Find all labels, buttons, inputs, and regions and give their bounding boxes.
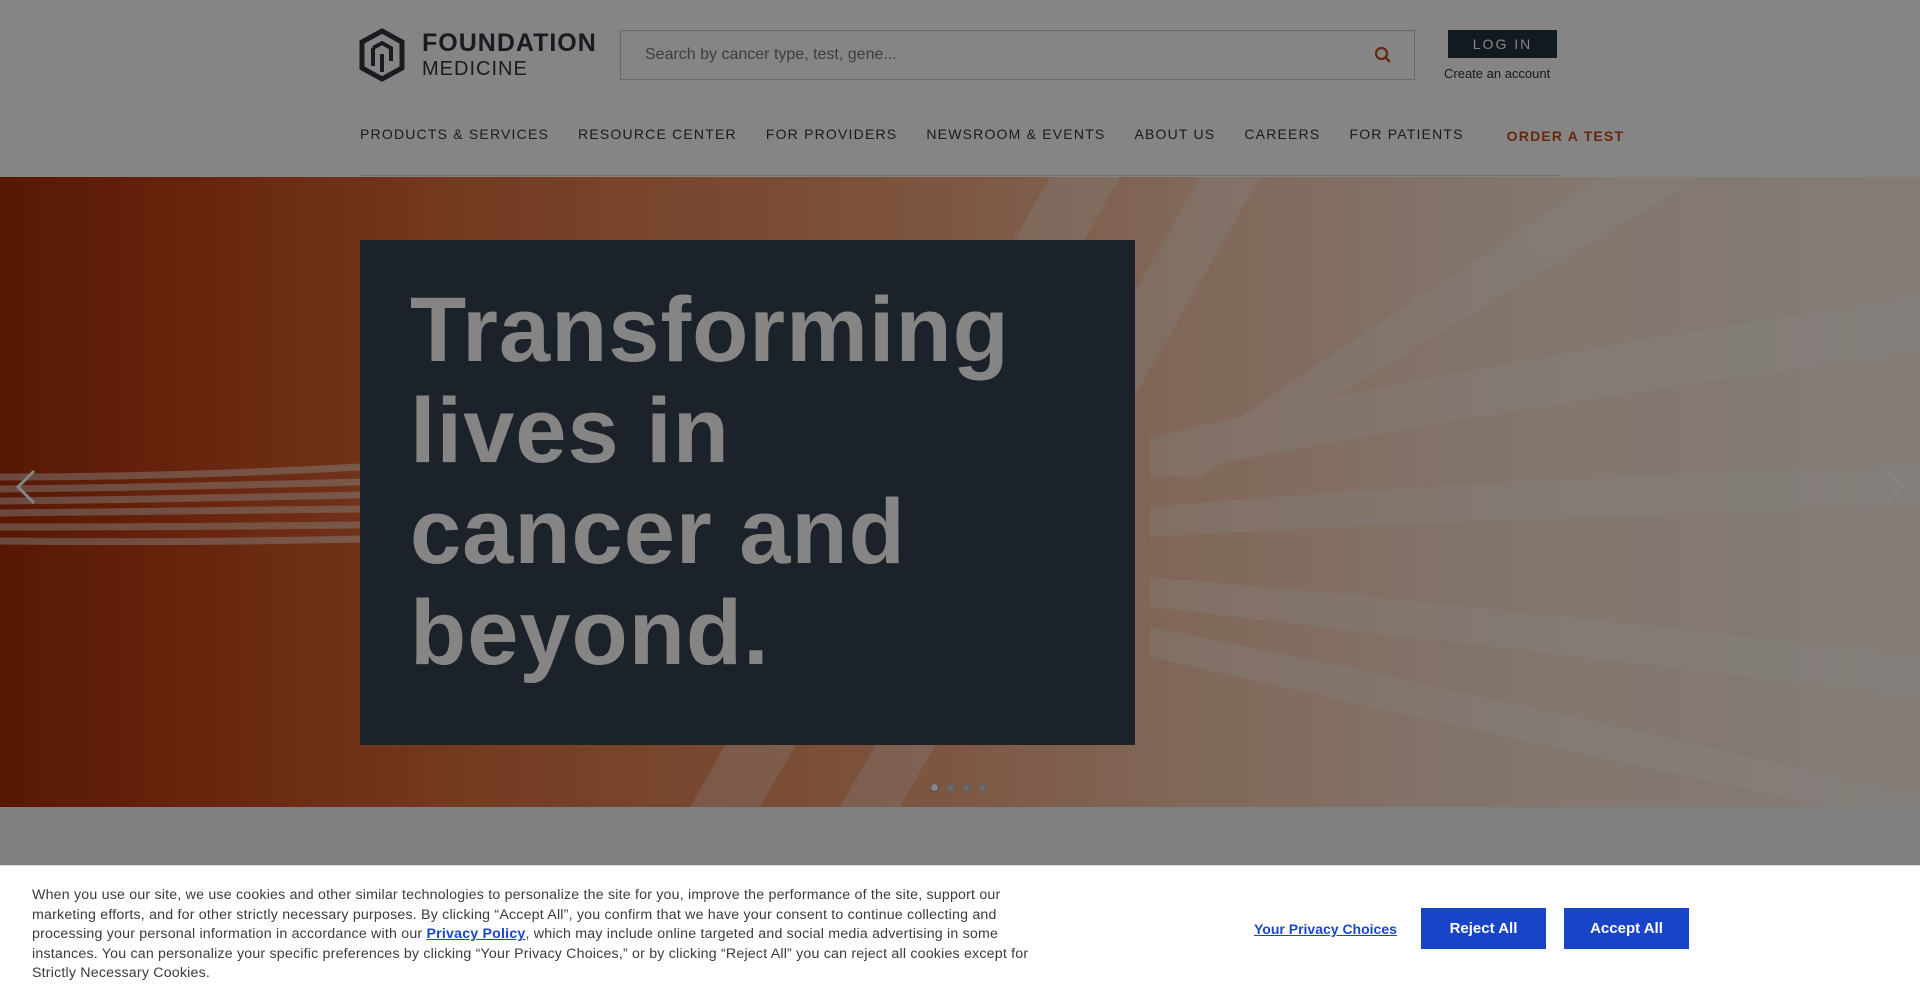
accept-all-button[interactable]: Accept All: [1564, 908, 1689, 949]
reject-all-button[interactable]: Reject All: [1421, 908, 1546, 949]
privacy-choices-link[interactable]: Your Privacy Choices: [1254, 921, 1397, 937]
cookie-banner: When you use our site, we use cookies an…: [0, 865, 1920, 993]
privacy-policy-link[interactable]: Privacy Policy: [426, 926, 525, 942]
modal-backdrop: [0, 0, 1920, 865]
cookie-text: When you use our site, we use cookies an…: [32, 886, 1042, 984]
